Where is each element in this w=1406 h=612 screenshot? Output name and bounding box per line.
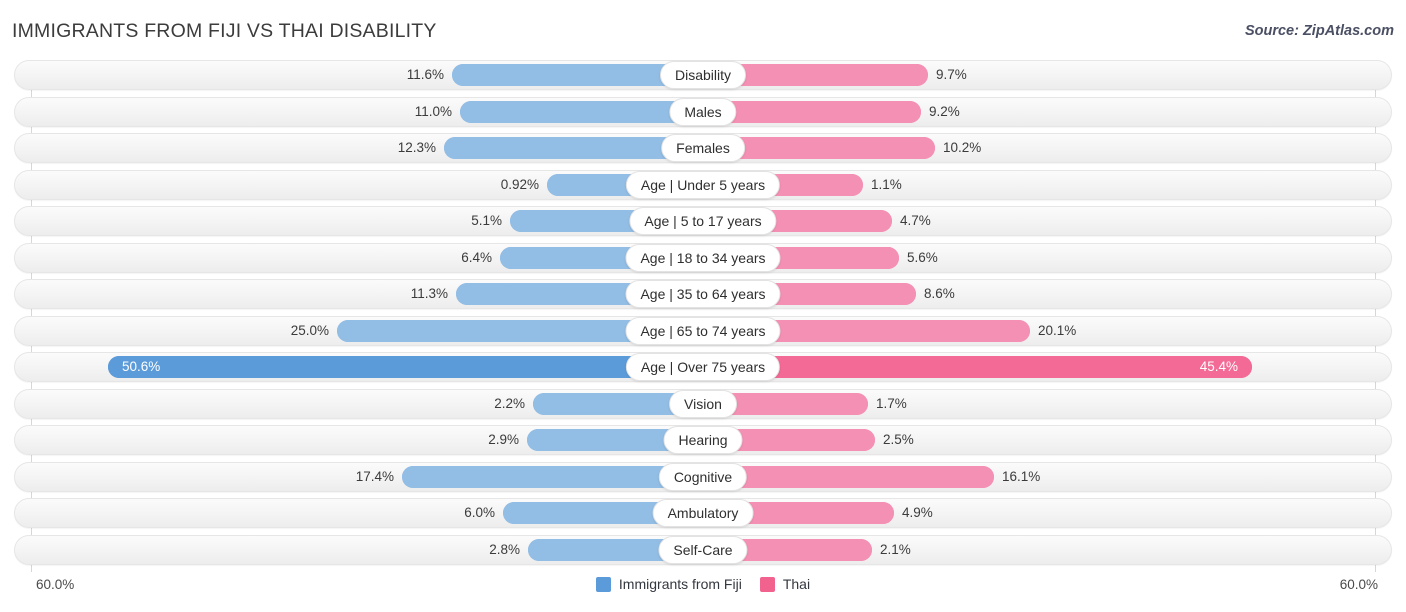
row-category-label: Age | 35 to 64 years — [625, 280, 781, 308]
row-category-label: Age | 5 to 17 years — [629, 207, 777, 235]
table-row: 6.4% 5.6% Age | 18 to 34 years — [0, 242, 1406, 273]
value-left: 0.92% — [500, 176, 539, 192]
page-title: IMMIGRANTS FROM FIJI VS THAI DISABILITY — [12, 20, 437, 42]
value-right: 9.7% — [936, 67, 967, 82]
row-category-label: Males — [669, 97, 737, 126]
table-row: 11.0% 9.2% Males — [0, 96, 1406, 127]
value-left: 6.4% — [461, 249, 492, 265]
value-right: 45.4% — [1199, 359, 1238, 374]
legend-item[interactable]: Thai — [759, 576, 811, 592]
value-right: 10.2% — [943, 140, 982, 155]
chart-plot-area: 11.6% 9.7% Disability 11.0% 9.2% Males 12.3% 10… — [0, 60, 1406, 572]
table-row: 2.9% 2.5% Hearing — [0, 425, 1406, 455]
table-row: 11.6% 9.7% Disability — [0, 60, 1406, 90]
chart-legend: Immigrants from Fiji Thai — [0, 576, 1406, 592]
value-right: 20.1% — [1038, 322, 1077, 338]
table-row: 12.3% 10.2% Females — [0, 133, 1406, 163]
chart-page: IMMIGRANTS FROM FIJI VS THAI DISABILITY … — [0, 0, 1406, 612]
table-row: 17.4% 16.1% Cognitive — [0, 461, 1406, 492]
value-right: 1.1% — [871, 176, 902, 192]
value-right: 4.9% — [902, 505, 933, 520]
row-category-label: Hearing — [663, 426, 743, 454]
row-category-label: Disability — [659, 61, 747, 89]
value-left: 5.1% — [471, 213, 502, 228]
value-left: 11.6% — [406, 67, 444, 82]
value-right: 5.6% — [907, 249, 938, 265]
chart-header: IMMIGRANTS FROM FIJI VS THAI DISABILITY … — [0, 0, 1406, 56]
table-row: 0.92% 1.1% Age | Under 5 years — [0, 169, 1406, 200]
table-row: 25.0% 20.1% Age | 65 to 74 years — [0, 315, 1406, 346]
value-right: 4.7% — [900, 213, 931, 228]
value-right: 9.2% — [929, 103, 960, 119]
value-right: 1.7% — [876, 395, 907, 411]
legend-item[interactable]: Immigrants from Fiji — [595, 576, 742, 592]
row-category-label: Age | 18 to 34 years — [625, 243, 781, 272]
table-row: 2.8% 2.1% Self-Care — [0, 534, 1406, 565]
value-left: 2.8% — [489, 541, 520, 557]
row-category-label: Age | Under 5 years — [625, 170, 781, 199]
legend-swatch-icon — [759, 576, 775, 592]
table-row: 6.0% 4.9% Ambulatory — [0, 498, 1406, 528]
row-category-label: Cognitive — [658, 462, 748, 491]
bar-left — [460, 100, 703, 123]
table-row: 50.6% 45.4% Age | Over 75 years — [0, 352, 1406, 382]
value-left: 17.4% — [355, 468, 394, 484]
table-row: 2.2% 1.7% Vision — [0, 388, 1406, 419]
value-right: 2.1% — [880, 541, 911, 557]
value-left: 50.6% — [122, 359, 161, 374]
row-category-label: Self-Care — [658, 535, 748, 564]
row-category-label: Age | 65 to 74 years — [625, 316, 781, 345]
legend-swatch-icon — [595, 576, 611, 592]
row-category-label: Age | Over 75 years — [625, 353, 781, 381]
legend-label: Thai — [782, 576, 811, 592]
value-right: 2.5% — [883, 432, 914, 447]
value-right: 8.6% — [924, 286, 955, 301]
table-row: 5.1% 4.7% Age | 5 to 17 years — [0, 206, 1406, 236]
row-category-label: Vision — [669, 389, 737, 418]
value-left: 11.0% — [414, 103, 452, 119]
source-attribution: Source: ZipAtlas.com — [1244, 23, 1394, 39]
chart-rows: 11.6% 9.7% Disability 11.0% 9.2% Males 12.3% 10… — [0, 60, 1406, 571]
value-left: 6.0% — [464, 505, 495, 520]
value-left: 2.9% — [488, 432, 519, 447]
value-left: 2.2% — [494, 395, 525, 411]
table-row: 11.3% 8.6% Age | 35 to 64 years — [0, 279, 1406, 309]
row-category-label: Females — [661, 134, 745, 162]
chart-footer: 60.0% 60.0% Immigrants from Fiji Thai — [0, 572, 1406, 612]
legend-label: Immigrants from Fiji — [618, 576, 742, 592]
value-left: 11.3% — [410, 286, 448, 301]
value-right: 16.1% — [1002, 468, 1041, 484]
value-left: 12.3% — [397, 140, 436, 155]
row-category-label: Ambulatory — [652, 499, 754, 527]
value-left: 25.0% — [290, 322, 329, 338]
